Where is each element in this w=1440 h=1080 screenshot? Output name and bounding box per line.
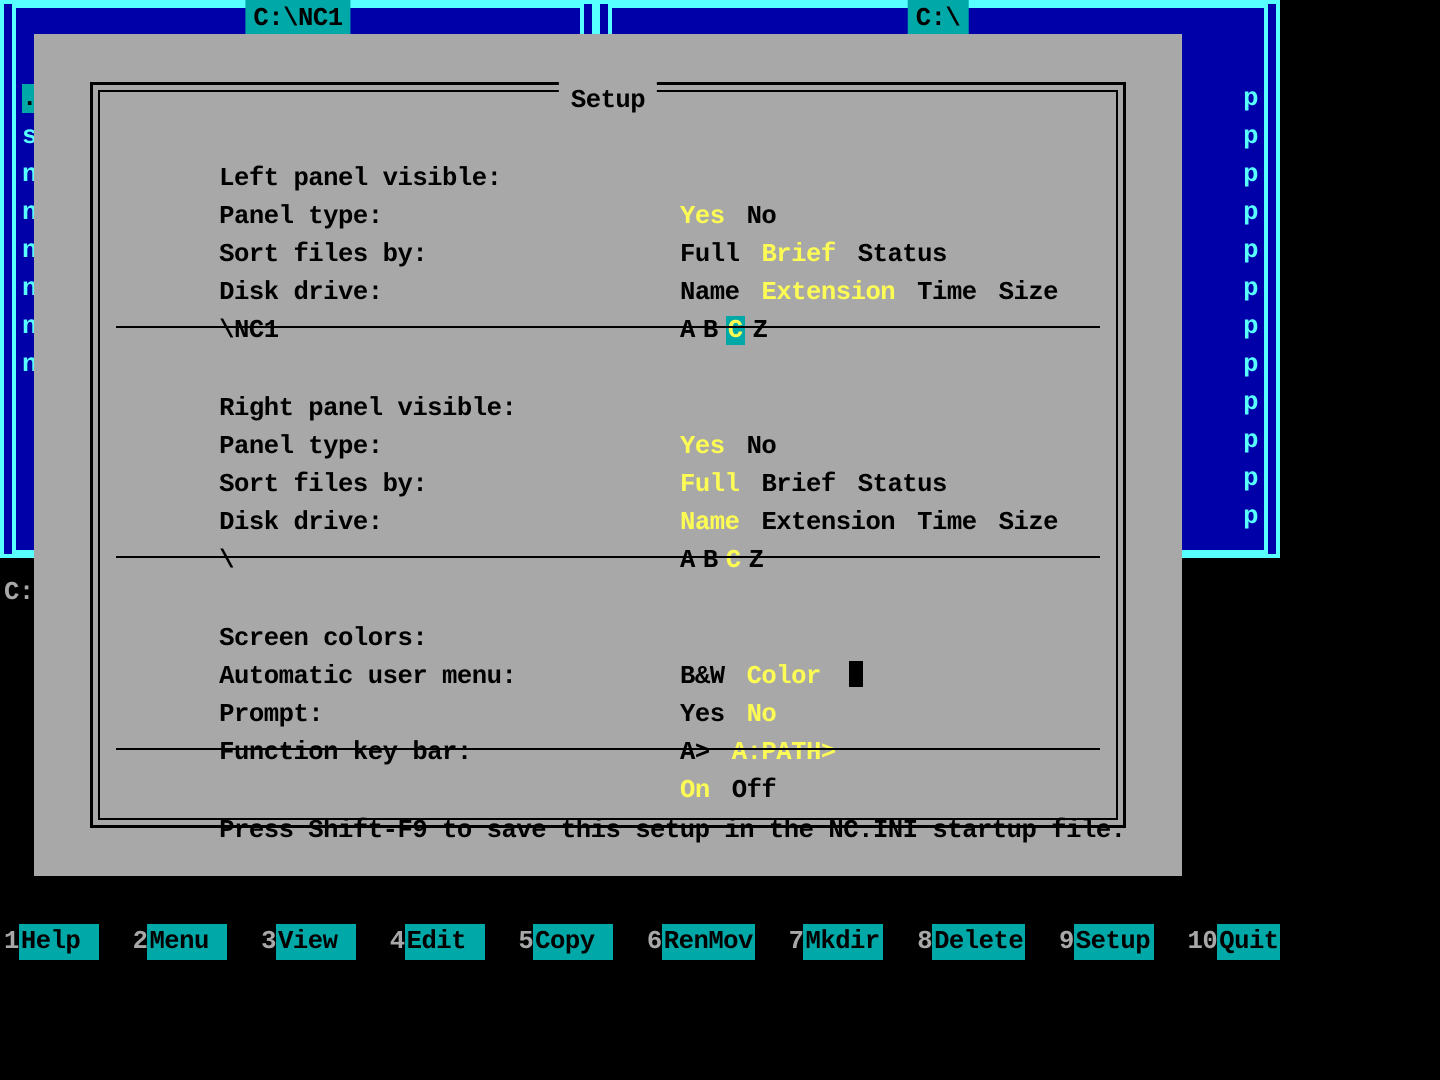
drive-z[interactable]: Z [749, 542, 764, 580]
row-right-path: \ [130, 504, 1086, 542]
save-hint: Press Shift-F9 to save this setup in the… [219, 816, 1125, 845]
left-drive-opts[interactable]: ABCZ [680, 312, 775, 350]
row-left-type: Panel type: FullBriefStatus [130, 160, 1086, 198]
file-fragment: p [1243, 80, 1258, 118]
row-fkbar: Function key bar: OnOff [130, 696, 1086, 734]
row-right-drive: Disk drive: ABCZ [130, 466, 1086, 504]
file-fragment: p [1243, 194, 1258, 232]
row-right-visible: Right panel visible: YesNo [130, 352, 1086, 390]
file-fragment: p [1243, 270, 1258, 308]
fkey-menu[interactable]: 2Menu [129, 924, 228, 960]
file-fragment: p [1243, 118, 1258, 156]
drive-c[interactable]: C [726, 542, 741, 580]
file-fragment: p [1243, 422, 1258, 460]
setup-dialog: Setup Left panel visible: YesNo Panel ty… [34, 34, 1182, 876]
file-fragment: p [1243, 384, 1258, 422]
option-a[interactable]: A> [680, 734, 710, 772]
drive-b[interactable]: B [703, 312, 718, 350]
divider-3 [116, 748, 1100, 750]
drive-a[interactable]: A [680, 542, 695, 580]
fkey-mkdir[interactable]: 7Mkdir [785, 924, 884, 960]
right-drive-opts[interactable]: ABCZ [680, 542, 771, 580]
fkbar-label: Function key bar: [219, 738, 472, 767]
row-colors: Screen colors: B&WColor [130, 582, 1086, 620]
file-fragment: p [1243, 232, 1258, 270]
left-panel-title: C:\NC1 [245, 0, 350, 34]
row-left-sort: Sort files by: NameExtensionTimeSize [130, 198, 1086, 236]
row-prompt: Prompt: A>A:PATH> [130, 658, 1086, 696]
fkey-delete[interactable]: 8Delete [913, 924, 1025, 960]
fkey-copy[interactable]: 5Copy [514, 924, 613, 960]
fkey-view[interactable]: 3View [257, 924, 356, 960]
right-panel-files: pppppppppppp [1243, 80, 1258, 536]
prompt-opts[interactable]: A> A:PATH> [680, 734, 858, 772]
file-fragment: p [1243, 346, 1258, 384]
dos-prompt[interactable]: C: [4, 580, 34, 606]
file-fragment: p [1243, 156, 1258, 194]
left-path: \NC1 [219, 316, 278, 345]
row-automenu: Automatic user menu: YesNo [130, 620, 1086, 658]
row-right-sort: Sort files by: NameExtensionTimeSize [130, 428, 1086, 466]
row-left-drive: Disk drive: ABCZ [130, 236, 1086, 274]
divider-2 [116, 556, 1100, 558]
fkey-quit[interactable]: 10Quit [1184, 924, 1280, 960]
fkey-renmov[interactable]: 6RenMov [643, 924, 755, 960]
row-hint: Press Shift-F9 to save this setup in the… [130, 774, 1086, 812]
fkey-setup[interactable]: 9Setup [1055, 924, 1154, 960]
right-panel-title: C:\ [908, 0, 969, 34]
file-fragment: p [1243, 308, 1258, 346]
file-fragment: p [1243, 460, 1258, 498]
drive-c[interactable]: C [726, 316, 745, 345]
row-left-visible: Left panel visible: YesNo [130, 122, 1086, 160]
fkey-help[interactable]: 1Help [0, 924, 99, 960]
row-right-type: Panel type: FullBriefStatus [130, 390, 1086, 428]
file-fragment: p [1243, 498, 1258, 536]
option-apath[interactable]: A:PATH> [732, 734, 836, 772]
divider-1 [116, 326, 1100, 328]
drive-b[interactable]: B [703, 542, 718, 580]
fkey-edit[interactable]: 4Edit [386, 924, 485, 960]
drive-a[interactable]: A [680, 312, 695, 350]
drive-z[interactable]: Z [753, 312, 768, 350]
dialog-title: Setup [559, 82, 657, 116]
right-path: \ [219, 546, 234, 575]
row-left-path: \NC1 [130, 274, 1086, 312]
function-key-bar: 1Help 2Menu 3View 4Edit 5Copy 6RenMov 7M… [0, 924, 1280, 960]
